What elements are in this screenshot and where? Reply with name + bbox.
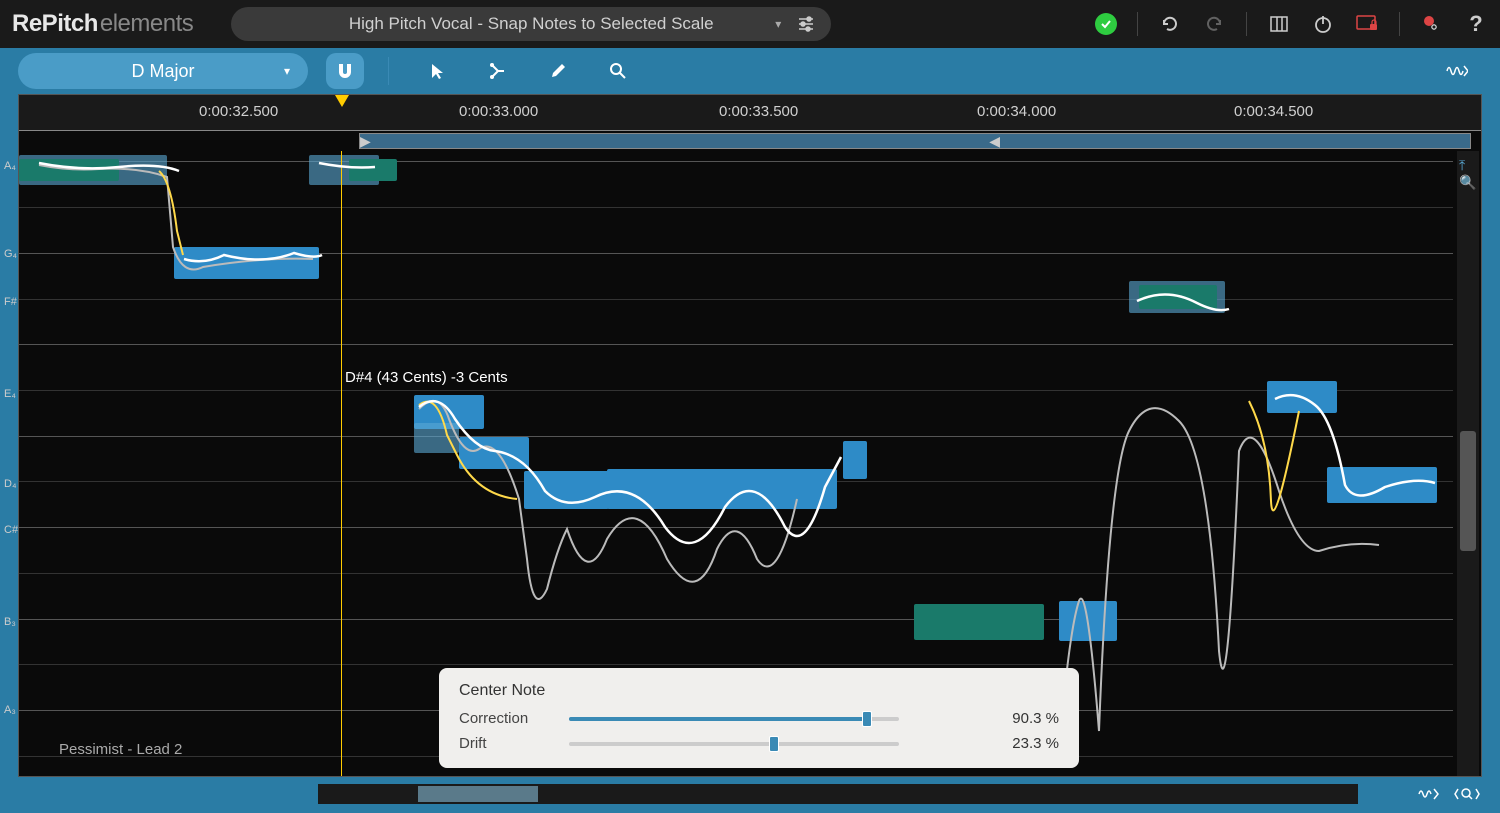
zoom-fit-icon[interactable] (1454, 786, 1482, 802)
grid-line (19, 664, 1453, 665)
time-ruler[interactable]: 0:00:32.500 0:00:33.000 0:00:33.500 0:00:34… (19, 95, 1481, 131)
track-name: Pessimist - Lead 2 (59, 741, 182, 758)
divider (388, 57, 389, 85)
note-labels: A₄ G₄ F# E₄ D₄ C# B₃ A₃ (2, 150, 20, 813)
note-label: D₄ (4, 478, 16, 490)
help-icon[interactable]: ? (1464, 12, 1488, 36)
note-block[interactable] (607, 469, 837, 509)
pitch-editor[interactable]: 0:00:32.500 0:00:33.000 0:00:33.500 0:00:34… (18, 94, 1482, 777)
time-tick: 0:00:34.500 (1234, 103, 1313, 120)
chevron-down-icon: ▾ (775, 17, 781, 31)
columns-icon[interactable] (1267, 12, 1291, 36)
grid-line (19, 299, 1453, 300)
time-tick: 0:00:34.000 (977, 103, 1056, 120)
toolrow: D Major ▾ (0, 48, 1500, 94)
note-label: F# (4, 296, 17, 308)
screen-lock-icon[interactable] (1355, 12, 1379, 36)
note-block[interactable] (1059, 601, 1117, 641)
note-block[interactable] (524, 471, 609, 509)
status-indicator[interactable] (1095, 13, 1117, 35)
topbar-icons: ? (1095, 12, 1488, 36)
vertical-scrollbar[interactable]: ⤒🔍 (1457, 151, 1479, 776)
grid-line (19, 390, 1453, 391)
vscroll-thumb[interactable] (1460, 431, 1476, 551)
logo: RePitchelements (12, 10, 193, 38)
time-tick: 0:00:33.000 (459, 103, 538, 120)
preset-name: High Pitch Vocal - Snap Notes to Selecte… (349, 14, 714, 34)
playhead-marker[interactable] (335, 95, 349, 109)
wave-fit-icon[interactable] (1418, 786, 1440, 802)
hscroll-thumb[interactable] (418, 786, 538, 802)
grid-line (19, 436, 1453, 437)
note-block[interactable] (349, 159, 397, 181)
undo-icon[interactable] (1158, 12, 1182, 36)
note-block[interactable] (1267, 381, 1337, 413)
note-label: A₃ (4, 704, 16, 716)
zoom-tool[interactable] (603, 56, 633, 86)
note-block[interactable] (19, 159, 119, 181)
note-label: A₄ (4, 160, 16, 172)
bottombar (18, 779, 1482, 809)
drift-slider[interactable] (569, 742, 899, 746)
note-block[interactable] (1139, 285, 1217, 309)
note-block[interactable] (914, 604, 1044, 640)
correction-row: Correction 90.3 % (459, 710, 1059, 727)
drift-label: Drift (459, 735, 569, 752)
grid-line (19, 344, 1453, 345)
waveform-button[interactable] (1442, 56, 1472, 86)
grid-line (19, 207, 1453, 208)
preset-selector[interactable]: High Pitch Vocal - Snap Notes to Selecte… (231, 7, 831, 41)
horizontal-scrollbar[interactable] (318, 784, 1358, 804)
correction-value: 90.3 % (989, 710, 1059, 727)
time-tick: 0:00:32.500 (199, 103, 278, 120)
note-label: C# (4, 524, 18, 536)
note-block[interactable] (414, 423, 459, 453)
note-label: B₃ (4, 616, 16, 628)
panel-title: Center Note (459, 682, 1059, 700)
note-block[interactable] (843, 441, 867, 479)
time-tick: 0:00:33.500 (719, 103, 798, 120)
grid-line (19, 527, 1453, 528)
scale-selector[interactable]: D Major ▾ (18, 53, 308, 89)
zoom-in-v-icon[interactable]: ⤒🔍 (1459, 157, 1479, 191)
drift-value: 23.3 % (989, 735, 1059, 752)
grid-line (19, 161, 1453, 162)
settings-gear-icon[interactable] (1420, 12, 1444, 36)
note-block[interactable] (1327, 467, 1437, 503)
divider (1137, 12, 1138, 36)
playhead-line (341, 151, 342, 776)
note-label: G₄ (4, 248, 17, 260)
grid-line (19, 573, 1453, 574)
chevron-down-icon: ▾ (284, 64, 290, 78)
note-block[interactable] (174, 247, 319, 279)
grid-line (19, 619, 1453, 620)
center-note-panel: Center Note Correction 90.3 % Drift 23.3… (439, 668, 1079, 768)
correction-slider[interactable] (569, 717, 899, 721)
pitch-readout: D#4 (43 Cents) -3 Cents (345, 369, 508, 386)
scale-name: D Major (131, 61, 194, 82)
pitch-grid[interactable]: D#4 (43 Cents) -3 Cents Pessimist - Lead… (19, 151, 1453, 776)
power-icon[interactable] (1311, 12, 1335, 36)
divider (1246, 12, 1247, 36)
draw-tool[interactable] (543, 56, 573, 86)
correction-label: Correction (459, 710, 569, 727)
snap-magnet-button[interactable] (326, 53, 364, 89)
drift-row: Drift 23.3 % (459, 735, 1059, 752)
split-tool[interactable] (483, 56, 513, 86)
note-label: E₄ (4, 388, 16, 400)
loop-range[interactable] (359, 133, 1471, 149)
redo-icon[interactable] (1202, 12, 1226, 36)
pointer-tool[interactable] (423, 56, 453, 86)
note-block[interactable] (459, 437, 529, 469)
divider (1399, 12, 1400, 36)
topbar: RePitchelements High Pitch Vocal - Snap … (0, 0, 1500, 48)
preset-settings-icon[interactable] (797, 15, 815, 33)
